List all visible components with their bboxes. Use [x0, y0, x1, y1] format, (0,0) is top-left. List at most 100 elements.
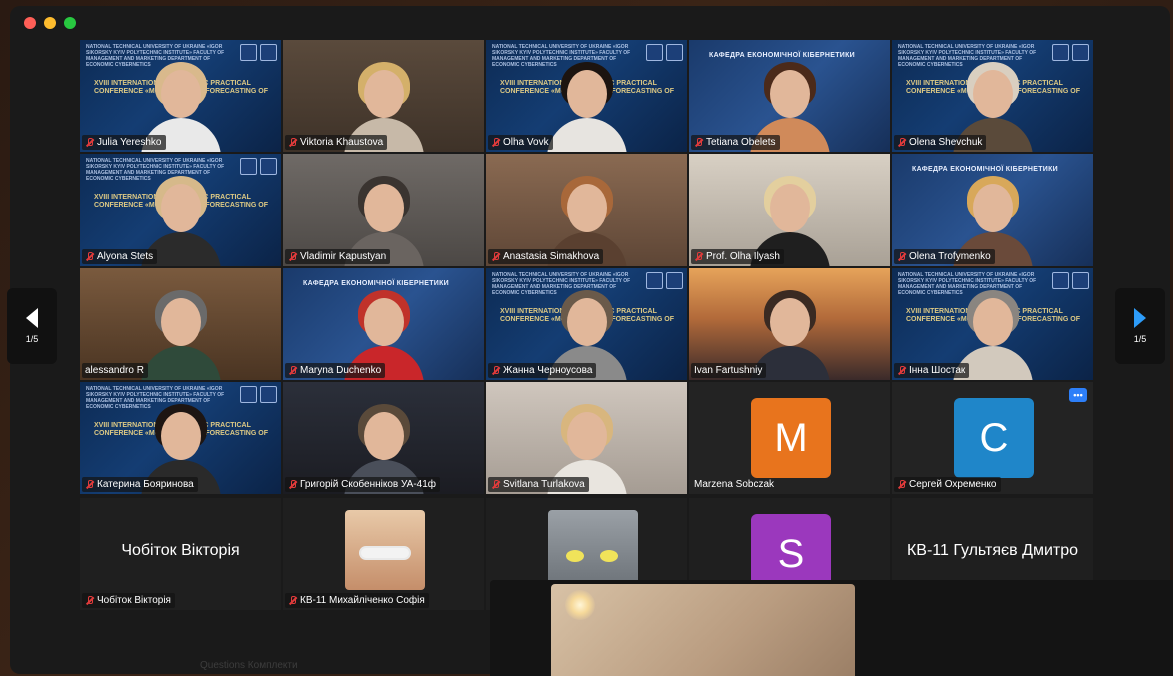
participant-tile[interactable]: Viktoria Khaustova — [283, 40, 484, 152]
next-page-button[interactable]: 1/5 — [1115, 288, 1165, 364]
face — [566, 298, 607, 346]
muted-mic-icon — [288, 595, 297, 606]
participant-name: Сергей Охременко — [909, 479, 997, 490]
participant-name: Prof. Olha Ilyash — [706, 251, 780, 262]
participant-video — [137, 288, 225, 380]
participant-name: Alyona Stets — [97, 251, 154, 262]
close-button[interactable] — [24, 17, 36, 29]
participant-tile[interactable]: NATIONAL TECHNICAL UNIVERSITY OF UKRAINE… — [486, 268, 687, 380]
participant-tile[interactable]: КАФЕДРА ЕКОНОМІЧНОЇ КІБЕРНЕТИКИ Tetiana O… — [689, 40, 890, 152]
face — [160, 184, 201, 232]
logo-icon — [1072, 44, 1089, 61]
muted-mic-icon — [288, 251, 297, 262]
participant-name: Olena Trofymenko — [909, 251, 991, 262]
muted-mic-icon — [491, 251, 500, 262]
maximize-button[interactable] — [64, 17, 76, 29]
profile-photo — [345, 510, 425, 590]
face — [363, 298, 404, 346]
muted-mic-icon — [897, 365, 906, 376]
participant-tile[interactable]: NATIONAL TECHNICAL UNIVERSITY OF UKRAINE… — [80, 40, 281, 152]
self-camera-preview[interactable] — [551, 584, 855, 676]
participant-avatar: M — [751, 398, 831, 478]
participant-tile[interactable]: Prof. Olha Ilyash — [689, 154, 890, 266]
participant-tile[interactable]: Григорій Скобенніков УА-41ф — [283, 382, 484, 494]
participant-namebar: Alyona Stets — [82, 249, 158, 264]
body — [140, 346, 221, 380]
arrow-right-icon — [1134, 308, 1146, 328]
face — [566, 184, 607, 232]
participant-tile[interactable]: КАФЕДРА ЕКОНОМІЧНОЇ КІБЕРНЕТИКИ Olena Tro… — [892, 154, 1093, 266]
muted-mic-icon — [85, 137, 94, 148]
muted-mic-icon — [85, 479, 94, 490]
window-controls — [24, 17, 76, 29]
participant-name: Anastasia Simakhova — [503, 251, 600, 262]
face — [972, 298, 1013, 346]
participant-name: Інна Шостак — [909, 365, 966, 376]
logo-icon — [1052, 44, 1069, 61]
participant-namebar: Чобіток Вікторія — [82, 593, 175, 608]
participant-tile[interactable]: Ivan Fartushniy — [689, 268, 890, 380]
face — [566, 70, 607, 118]
department-banner-text: КАФЕДРА ЕКОНОМІЧНОЇ КІБЕРНЕТИКИ — [912, 166, 1059, 173]
participant-tile[interactable]: NATIONAL TECHNICAL UNIVERSITY OF UKRAINE… — [892, 268, 1093, 380]
minimize-button[interactable] — [44, 17, 56, 29]
gallery-grid: NATIONAL TECHNICAL UNIVERSITY OF UKRAINE… — [80, 40, 1093, 496]
participant-tile[interactable]: NATIONAL TECHNICAL UNIVERSITY OF UKRAINE… — [892, 40, 1093, 152]
participant-tile[interactable]: Vladimir Kapustyan — [283, 154, 484, 266]
participant-tile[interactable]: NATIONAL TECHNICAL UNIVERSITY OF UKRAINE… — [486, 40, 687, 152]
participant-tile[interactable]: alessandro R — [80, 268, 281, 380]
participant-name: Olena Shevchuk — [909, 137, 983, 148]
participant-name: Tetiana Obelets — [706, 137, 776, 148]
face — [972, 70, 1013, 118]
participant-name: Julia Yereshko — [97, 137, 162, 148]
logo-icon — [646, 272, 663, 289]
participant-name: Viktoria Khaustova — [300, 137, 384, 148]
logo-icon — [260, 158, 277, 175]
face — [769, 70, 810, 118]
eye — [600, 550, 618, 562]
participant-tile[interactable]: КВ-11 Михайліченко Софія — [283, 498, 484, 610]
department-banner-text: КАФЕДРА ЕКОНОМІЧНОЇ КІБЕРНЕТИКИ — [303, 280, 450, 287]
participant-namebar: КВ-11 Михайліченко Софія — [285, 593, 429, 608]
participant-tile[interactable]: M Marzena Sobczak — [689, 382, 890, 494]
participant-tile[interactable]: Svitlana Turlakova — [486, 382, 687, 494]
participant-name: Жанна Черноусова — [503, 365, 593, 376]
muted-mic-icon — [491, 365, 500, 376]
muted-mic-icon — [491, 479, 500, 490]
participant-name: КВ-11 Михайліченко Софія — [300, 595, 425, 606]
participant-tile[interactable]: КАФЕДРА ЕКОНОМІЧНОЇ КІБЕРНЕТИКИ Maryna Du… — [283, 268, 484, 380]
muted-mic-icon — [694, 137, 703, 148]
participant-namebar: Viktoria Khaustova — [285, 135, 388, 150]
participant-tile[interactable]: NATIONAL TECHNICAL UNIVERSITY OF UKRAINE… — [80, 382, 281, 494]
participant-tile[interactable]: NATIONAL TECHNICAL UNIVERSITY OF UKRAINE… — [80, 154, 281, 266]
participant-namebar: Ivan Fartushniy — [691, 363, 767, 378]
participant-name: Ivan Fartushniy — [694, 365, 763, 376]
university-logos — [240, 44, 277, 61]
face — [769, 184, 810, 232]
participant-name: Катерина Бояринова — [97, 479, 194, 490]
participant-namebar: Інна Шостак — [894, 363, 970, 378]
participant-name: alessandro R — [85, 365, 144, 376]
muted-mic-icon — [288, 365, 297, 376]
participant-namebar: Vladimir Kapustyan — [285, 249, 391, 264]
logo-icon — [666, 272, 683, 289]
participant-tile[interactable]: Anastasia Simakhova — [486, 154, 687, 266]
logo-icon — [1072, 272, 1089, 289]
participant-namebar: Григорій Скобенніков УА-41ф — [285, 477, 441, 492]
logo-icon — [260, 386, 277, 403]
participant-display-name: Чобіток Вікторія — [121, 542, 240, 559]
university-logos — [646, 44, 683, 61]
participant-namebar: Жанна Черноусова — [488, 363, 597, 378]
participant-tile[interactable]: C ••• Сергей Охременко — [892, 382, 1093, 494]
muted-mic-icon — [491, 137, 500, 148]
sunglasses — [359, 546, 411, 560]
previous-page-button[interactable]: 1/5 — [7, 288, 57, 364]
lamp — [565, 590, 595, 620]
logo-icon — [1052, 272, 1069, 289]
participant-name: Vladimir Kapustyan — [300, 251, 387, 262]
participant-namebar: Катерина Бояринова — [82, 477, 198, 492]
muted-mic-icon — [85, 251, 94, 262]
participant-namebar: alessandro R — [82, 363, 148, 378]
more-options-button[interactable]: ••• — [1069, 388, 1087, 402]
participant-tile[interactable]: Чобіток Вікторія Чобіток Вікторія — [80, 498, 281, 610]
